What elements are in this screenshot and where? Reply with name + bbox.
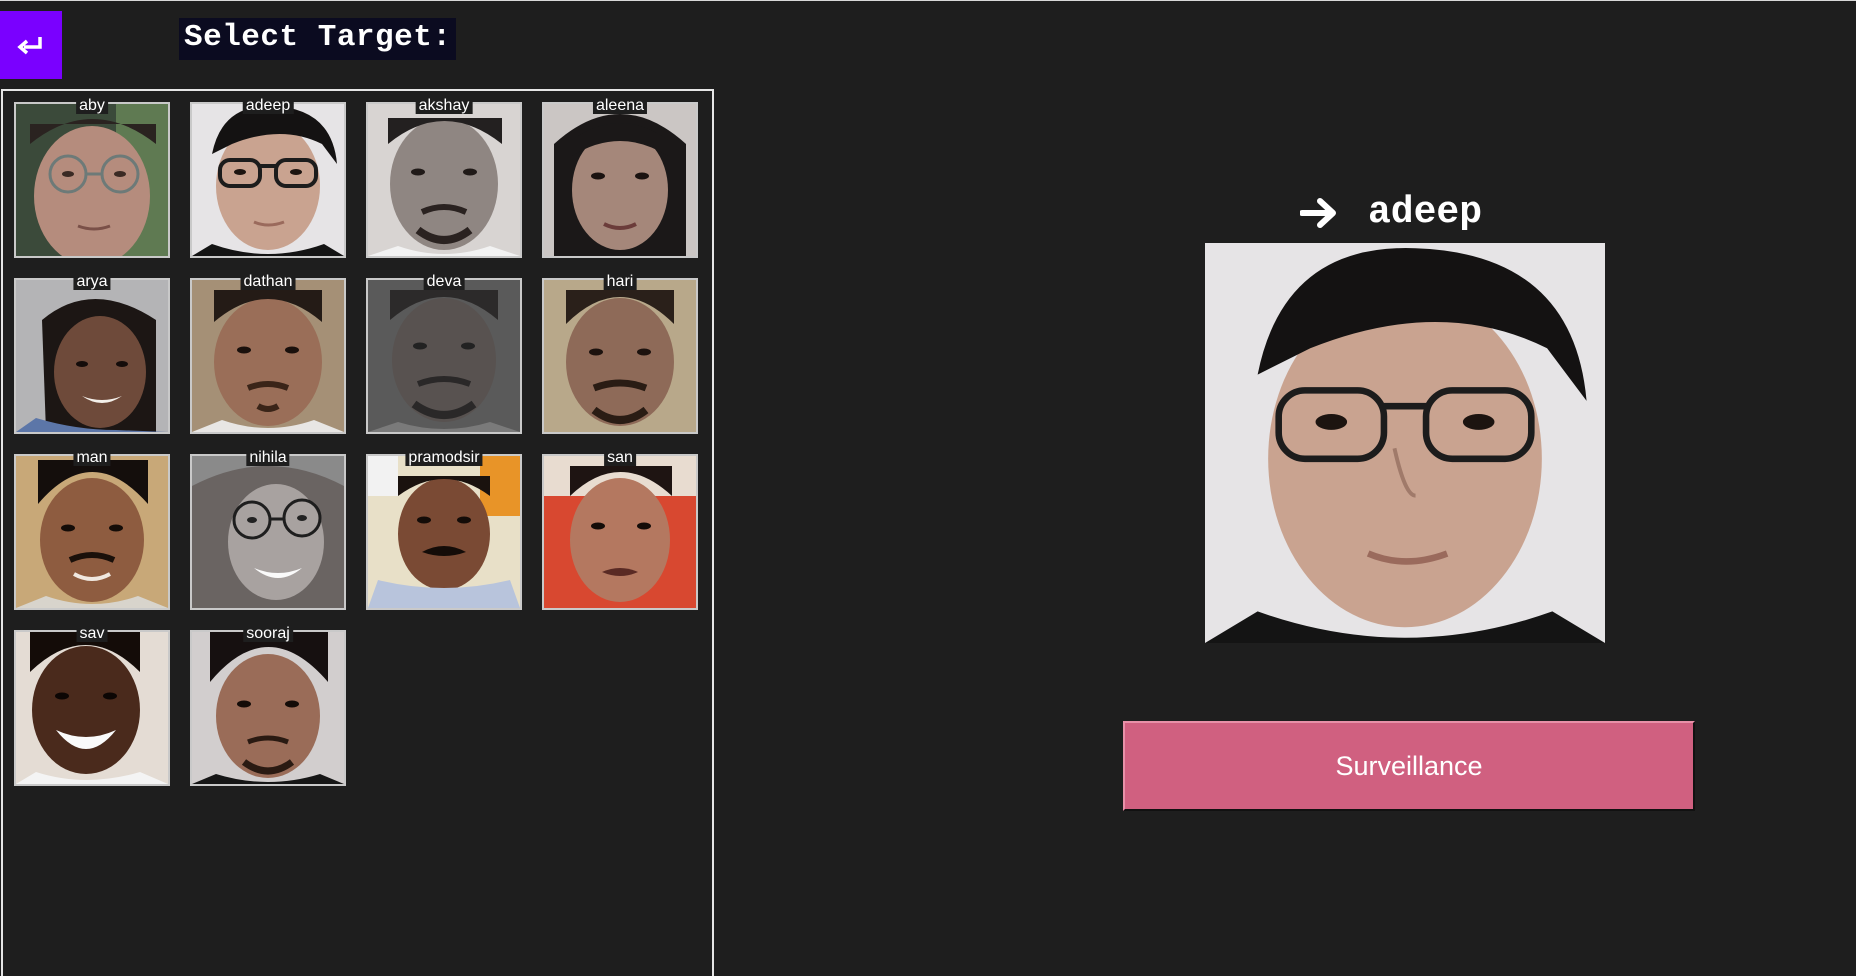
face-photo bbox=[368, 280, 520, 432]
face-photo bbox=[16, 632, 168, 784]
target-card-pramodsir[interactable]: pramodsir bbox=[366, 449, 522, 610]
face-photo bbox=[544, 104, 696, 256]
target-name: dathan bbox=[240, 273, 296, 290]
page-title: Select Target: bbox=[179, 18, 457, 60]
return-arrow-icon bbox=[17, 37, 42, 55]
face-photo bbox=[192, 104, 344, 256]
face-photo bbox=[16, 104, 168, 256]
target-card-akshay[interactable]: akshay bbox=[366, 97, 522, 258]
target-name: deva bbox=[423, 273, 465, 290]
target-name: sooraj bbox=[243, 625, 293, 642]
target-name: akshay bbox=[415, 97, 473, 114]
selected-target-label: adeep bbox=[1300, 191, 1482, 234]
target-card-aby[interactable]: aby bbox=[14, 97, 170, 258]
face-photo bbox=[1205, 243, 1605, 643]
target-name: aleena bbox=[592, 97, 648, 114]
target-name: san bbox=[604, 449, 636, 466]
target-card-man[interactable]: man bbox=[14, 449, 170, 610]
face-photo bbox=[192, 456, 344, 608]
face-photo bbox=[192, 632, 344, 784]
face-photo bbox=[16, 280, 168, 432]
face-photo bbox=[544, 456, 696, 608]
selected-target-photo bbox=[1205, 243, 1605, 643]
target-card-arya[interactable]: arya bbox=[14, 273, 170, 434]
target-card-dathan[interactable]: dathan bbox=[190, 273, 346, 434]
back-button[interactable] bbox=[0, 11, 62, 79]
face-photo bbox=[16, 456, 168, 608]
target-card-san[interactable]: san bbox=[542, 449, 698, 610]
target-name: pramodsir bbox=[405, 449, 483, 466]
target-card-deva[interactable]: deva bbox=[366, 273, 522, 434]
face-photo bbox=[544, 280, 696, 432]
selected-target-name: adeep bbox=[1368, 191, 1483, 234]
target-name: adeep bbox=[242, 97, 294, 114]
target-card-sooraj[interactable]: sooraj bbox=[190, 625, 346, 786]
target-name: arya bbox=[73, 273, 111, 290]
surveillance-button[interactable]: Surveillance bbox=[1123, 721, 1695, 811]
target-card-aleena[interactable]: aleena bbox=[542, 97, 698, 258]
app-window: Select Target: aby adeep akshay aleena a… bbox=[0, 0, 1856, 976]
target-card-nihila[interactable]: nihila bbox=[190, 449, 346, 610]
target-grid: aby adeep akshay aleena arya dathan deva… bbox=[1, 89, 714, 976]
target-card-adeep[interactable]: adeep bbox=[190, 97, 346, 258]
target-name: nihila bbox=[246, 449, 290, 466]
right-arrow-icon bbox=[1300, 197, 1336, 228]
target-name: hari bbox=[603, 273, 637, 290]
face-photo bbox=[368, 456, 520, 608]
target-name: man bbox=[73, 449, 111, 466]
face-photo bbox=[192, 280, 344, 432]
target-name: sav bbox=[76, 625, 108, 642]
target-card-hari[interactable]: hari bbox=[542, 273, 698, 434]
face-photo bbox=[368, 104, 520, 256]
target-name: aby bbox=[76, 97, 108, 114]
target-card-sav[interactable]: sav bbox=[14, 625, 170, 786]
